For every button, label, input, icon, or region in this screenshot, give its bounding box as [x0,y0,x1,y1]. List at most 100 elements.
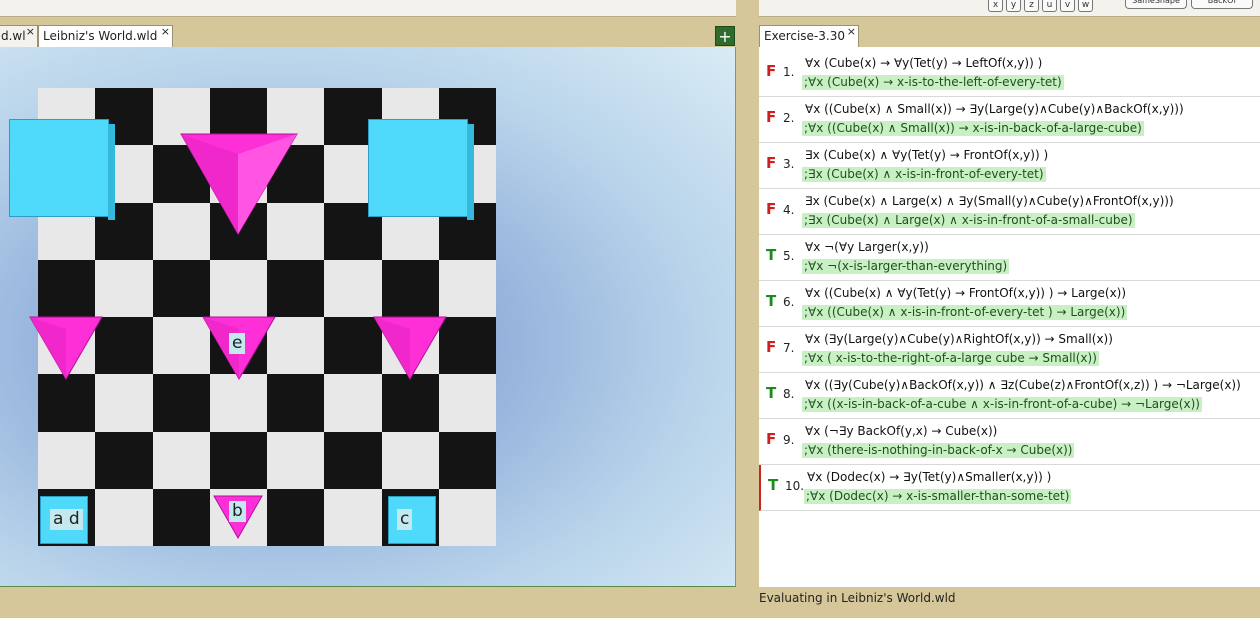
sentence-comment: ;∀x ((Cube(x) ∧ x-is-in-front-of-every-t… [802,305,1128,320]
sentence-formula[interactable]: ∀x ((∃y(Cube(y)∧BackOf(x,y)) ∧ ∃z(Cube(z… [805,378,1241,392]
truth-value: T [768,476,779,494]
board-square[interactable] [438,374,496,432]
board-square[interactable] [38,431,96,489]
add-world-button[interactable]: + [715,26,735,46]
board-square[interactable] [324,259,382,317]
symbol-y-button[interactable]: y [1006,0,1021,12]
board-square[interactable] [438,317,496,375]
symbol-v-button[interactable]: v [1060,0,1075,12]
board-square[interactable] [95,431,153,489]
sentence-row[interactable]: F 4. ∃x (Cube(x) ∧ Large(x) ∧ ∃y(Small(y)∧… [759,189,1260,235]
tab-leibniz-world[interactable]: Leibniz's World.wld × [38,25,173,47]
board-square[interactable] [381,374,439,432]
sentence-row[interactable]: T 8. ∀x ((∃y(Cube(y)∧BackOf(x,y)) ∧ ∃z(Cub… [759,373,1260,419]
label-c: c [397,509,413,530]
sentence-formula[interactable]: ∀x (∃y(Large(y)∧Cube(y)∧RightOf(x,y)) → … [805,332,1113,346]
large-tet[interactable] [180,133,298,236]
board-square[interactable] [95,488,153,546]
board-square[interactable] [267,431,325,489]
sentence-row[interactable]: T 6. ∀x ((Cube(x) ∧ ∀y(Tet(y) → FrontOf(x,… [759,281,1260,327]
truth-value: F [766,154,777,172]
board-square[interactable] [209,431,267,489]
truth-value: F [766,108,777,126]
board-square[interactable] [438,431,496,489]
board-square[interactable] [324,317,382,375]
board-square[interactable] [267,317,325,375]
board-square[interactable] [267,374,325,432]
sentence-formula[interactable]: ∀x ((Cube(x) ∧ ∀y(Tet(y) → FrontOf(x,y))… [805,286,1126,300]
world-view[interactable]: e a d c b [0,47,736,587]
sentence-row[interactable]: T 5. ∀x ¬(∀y Larger(x,y)) ;∀x ¬(x-is-larger… [759,235,1260,281]
board-square[interactable] [381,259,439,317]
sentence-row[interactable]: F 2. ∀x ((Cube(x) ∧ Small(x)) → ∃y(Large(y… [759,97,1260,143]
label-e: e [229,333,246,354]
sentence-number: 7. [783,341,795,355]
symbol-w-button[interactable]: w [1078,0,1093,12]
sentence-number: 4. [783,203,795,217]
board-square[interactable] [324,374,382,432]
close-icon[interactable]: × [161,26,170,42]
board-square[interactable] [38,374,96,432]
large-cube-left[interactable] [9,119,115,220]
close-icon[interactable]: × [847,26,856,42]
board-square[interactable] [95,374,153,432]
tab-d-world[interactable]: d.wl × [0,25,38,47]
sentence-comment: ;∀x ((Cube(x) ∧ Small(x)) → x-is-in-back… [802,121,1144,136]
sentence-formula[interactable]: ∃x (Cube(x) ∧ ∀y(Tet(y) → FrontOf(x,y)) … [805,148,1048,162]
sentence-number: 1. [783,65,795,79]
board-square[interactable] [324,488,382,546]
sentence-formula[interactable]: ∀x (Cube(x) → ∀y(Tet(y) → LeftOf(x,y)) ) [805,56,1042,70]
board-square[interactable] [38,259,96,317]
world-toolbar-strip [0,0,736,17]
sentence-list: F 1. ∀x (Cube(x) → ∀y(Tet(y) → LeftOf(x,y)… [759,47,1260,587]
sentence-row[interactable]: F 1. ∀x (Cube(x) → ∀y(Tet(y) → LeftOf(x,y)… [759,51,1260,97]
sentence-formula[interactable]: ∀x (¬∃y BackOf(y,x) → Cube(x)) [805,424,997,438]
tab-exercise[interactable]: Exercise-3.30 × [759,25,859,47]
board-square[interactable] [95,317,153,375]
truth-value: T [766,384,777,402]
sentence-comment: ;∀x (Dodec(x) → x-is-smaller-than-some-t… [804,489,1072,504]
close-icon[interactable]: × [26,26,35,42]
label-b: b [229,501,246,522]
board-square[interactable] [209,259,267,317]
sentence-comment: ;∀x ((x-is-in-back-of-a-cube ∧ x-is-in-f… [802,397,1202,412]
truth-value: F [766,200,777,218]
sentence-number: 2. [783,111,795,125]
symbol-x-button[interactable]: x [988,0,1003,12]
board-square[interactable] [95,259,153,317]
sentence-comment: ;∀x ( x-is-to-the-right-of-a-large cube … [802,351,1099,366]
sentence-formula[interactable]: ∀x ¬(∀y Larger(x,y)) [805,240,929,254]
sentence-number: 9. [783,433,795,447]
symbol-z-button[interactable]: z [1024,0,1039,12]
board-square[interactable] [438,488,496,546]
board-square[interactable] [209,374,267,432]
board-square[interactable] [152,374,210,432]
board-square[interactable] [152,317,210,375]
board-square[interactable] [152,259,210,317]
sentence-row[interactable]: F 3. ∃x (Cube(x) ∧ ∀y(Tet(y) → FrontOf(x,y… [759,143,1260,189]
sentence-row[interactable]: T 10. ∀x (Dodec(x) → ∃y(Tet(y)∧Smaller(x,y… [759,465,1260,511]
truth-value: T [766,246,777,264]
sentence-formula[interactable]: ∀x (Dodec(x) → ∃y(Tet(y)∧Smaller(x,y)) ) [807,470,1051,484]
sentence-row[interactable]: F 7. ∀x (∃y(Large(y)∧Cube(y)∧RightOf(x,y))… [759,327,1260,373]
medium-tet-right[interactable] [373,316,447,381]
sentence-row[interactable]: F 9. ∀x (¬∃y BackOf(y,x) → Cube(x)) ;∀x (th… [759,419,1260,465]
sentence-formula[interactable]: ∀x ((Cube(x) ∧ Small(x)) → ∃y(Large(y)∧C… [805,102,1184,116]
sameshape-button[interactable]: SameShape [1125,0,1187,9]
label-ad: a d [50,509,83,530]
board-square[interactable] [438,259,496,317]
board-square[interactable] [267,488,325,546]
board-square[interactable] [152,488,210,546]
medium-tet-left[interactable] [29,316,103,381]
tab-leibniz-world-label: Leibniz's World.wld [43,29,158,43]
board-square[interactable] [267,259,325,317]
board-square[interactable] [381,431,439,489]
large-cube-right[interactable] [368,119,474,220]
symbol-u-button[interactable]: u [1042,0,1057,12]
sentence-comment: ;∀x ¬(x-is-larger-than-everything) [802,259,1010,274]
board-square[interactable] [152,431,210,489]
backof-button[interactable]: BackOf [1191,0,1253,9]
sentence-number: 6. [783,295,795,309]
board-square[interactable] [324,431,382,489]
sentence-formula[interactable]: ∃x (Cube(x) ∧ Large(x) ∧ ∃y(Small(y)∧Cub… [805,194,1174,208]
